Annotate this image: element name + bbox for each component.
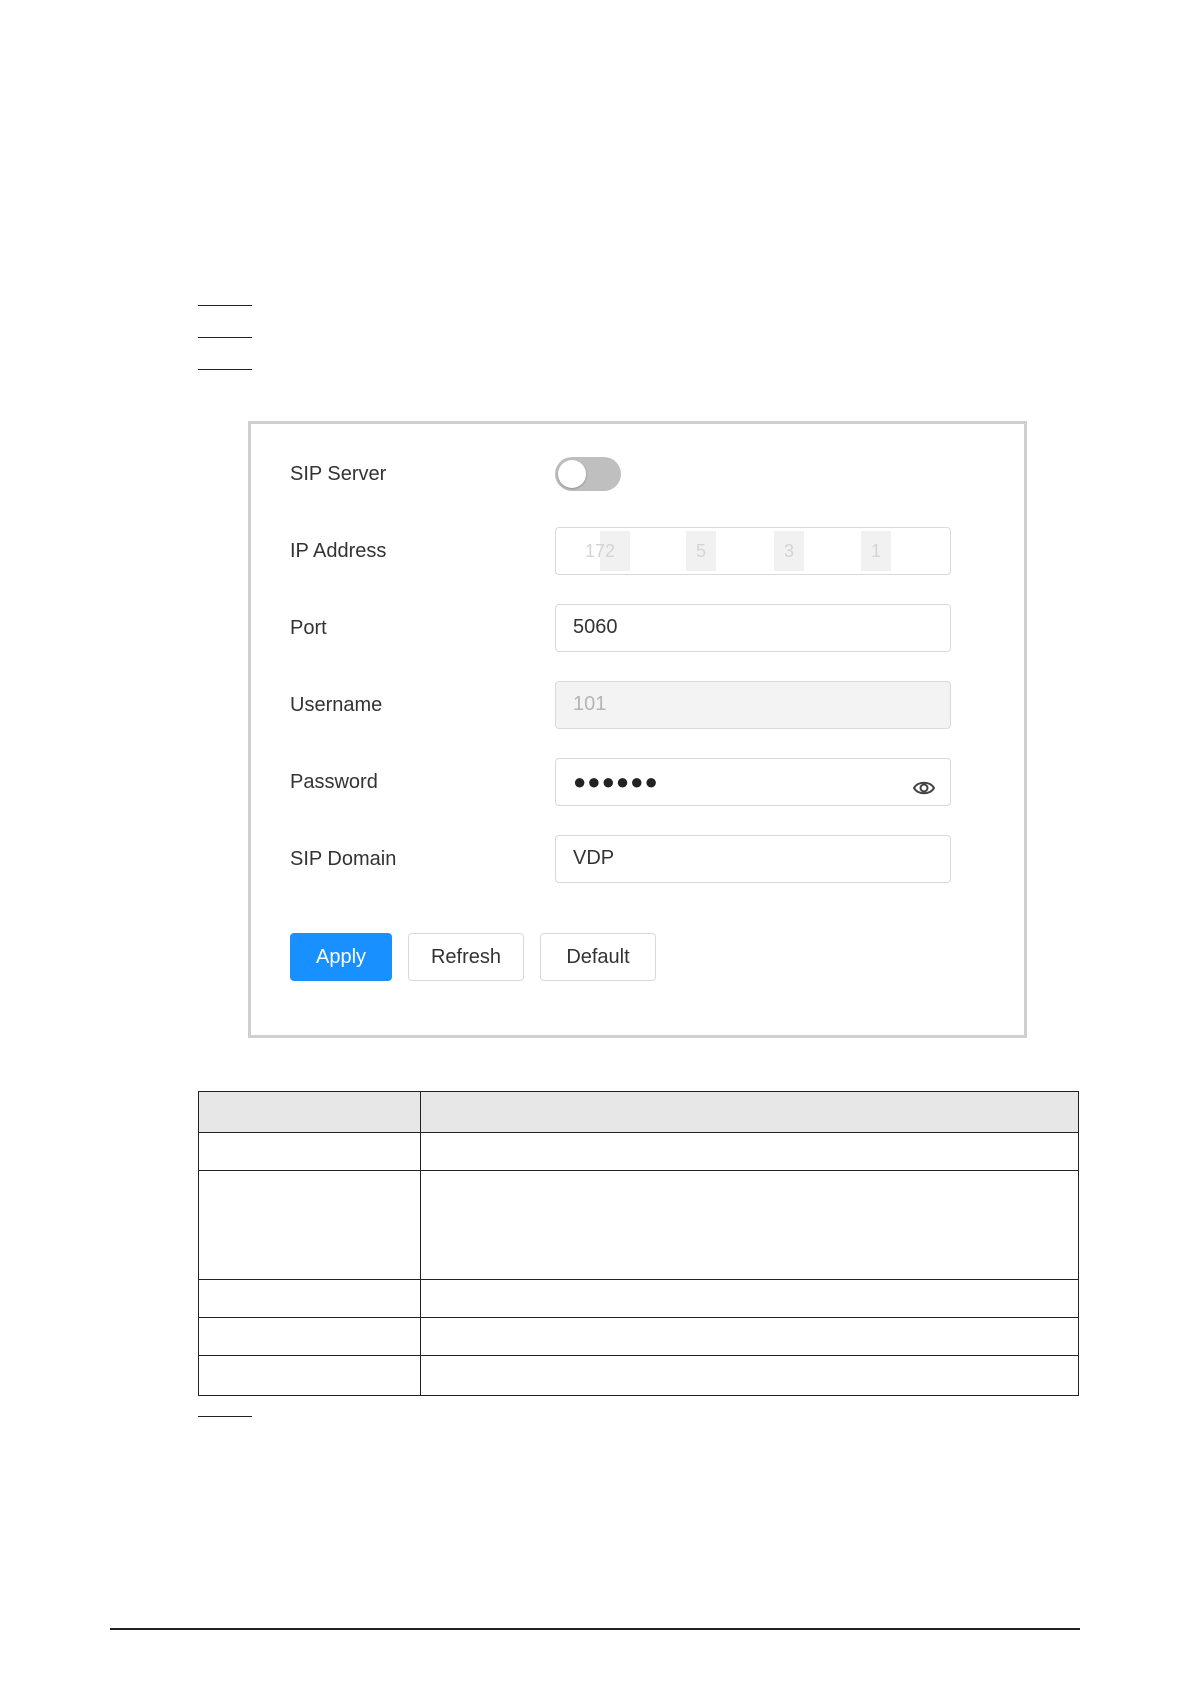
step-marker-3: [198, 369, 252, 370]
table-row: [198, 1278, 1079, 1318]
table-cell: [420, 1170, 1079, 1280]
port-input[interactable]: 5060: [555, 604, 951, 652]
username-label: Username: [290, 694, 383, 716]
ip-address-label: IP Address: [290, 540, 387, 562]
ip-address-field[interactable]: 172 5 3 1: [555, 527, 951, 575]
sip-server-label: SIP Server: [290, 463, 387, 485]
table-cell: [198, 1170, 421, 1280]
apply-button[interactable]: Apply: [290, 933, 392, 981]
parameter-table: [198, 1090, 1079, 1397]
refresh-button[interactable]: Refresh: [408, 933, 524, 981]
table-header-row: [198, 1090, 1079, 1134]
ip-segment-1[interactable]: 172: [570, 531, 630, 571]
table-cell: [198, 1316, 421, 1356]
toggle-knob: [558, 460, 586, 488]
step-marker-4: [198, 1416, 252, 1417]
password-masked-value: ●●●●●●: [573, 769, 659, 794]
password-label: Password: [290, 771, 378, 793]
ip-segment-4[interactable]: 1: [861, 531, 891, 571]
eye-icon[interactable]: [912, 771, 936, 795]
table-cell: [420, 1316, 1079, 1356]
username-input: 101: [555, 681, 951, 729]
sip-server-toggle[interactable]: [555, 457, 621, 491]
table-row: [198, 1316, 1079, 1356]
sip-domain-label: SIP Domain: [290, 848, 397, 870]
table-cell: [420, 1132, 1079, 1172]
footer-divider: [110, 1628, 1080, 1630]
ip-segment-3[interactable]: 3: [774, 531, 804, 571]
default-button[interactable]: Default: [540, 933, 656, 981]
table-cell: [420, 1278, 1079, 1318]
sip-domain-input[interactable]: VDP: [555, 835, 951, 883]
table-header-cell: [420, 1090, 1079, 1134]
step-marker-2: [198, 337, 252, 338]
table-row: [198, 1170, 1079, 1280]
table-cell: [198, 1278, 421, 1318]
table-cell: [420, 1354, 1079, 1397]
step-marker-1: [198, 305, 252, 306]
ip-segment-2[interactable]: 5: [686, 531, 716, 571]
sip-server-settings-panel: SIP Server IP Address 172 5 3 1 Port 506…: [248, 421, 1027, 1038]
port-label: Port: [290, 617, 327, 639]
table-cell: [198, 1354, 421, 1397]
table-row: [198, 1354, 1079, 1397]
table-header-cell: [198, 1090, 421, 1134]
password-input[interactable]: ●●●●●●: [555, 758, 951, 806]
table-row: [198, 1132, 1079, 1172]
table-cell: [198, 1132, 421, 1172]
